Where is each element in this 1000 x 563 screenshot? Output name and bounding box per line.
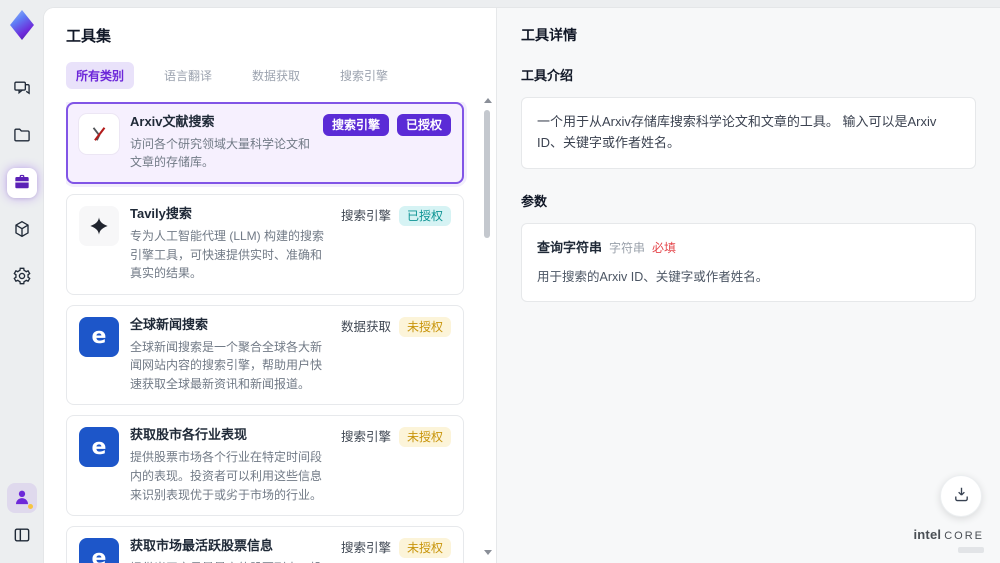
category-tabs: 所有类别 语言翻译 数据获取 搜索引擎 — [66, 62, 476, 89]
tool-description: 提供股票市场各个行业在特定时间段内的表现。投资者可以利用这些信息来识别表现优于或… — [130, 450, 323, 502]
tool-description: 访问各个研究领域大量科学论文和文章的存储库。 — [130, 136, 311, 170]
tool-name: Arxiv文献搜索 — [130, 114, 215, 129]
tavily-star-icon — [79, 206, 119, 247]
user-avatar-button[interactable] — [7, 483, 37, 513]
tool-name: 获取市场最活跃股票信息 — [130, 538, 274, 554]
tab-all-categories[interactable]: 所有类别 — [66, 62, 135, 89]
param-required-badge: 必填 — [652, 240, 677, 255]
tool-card[interactable]: Arxiv文献搜索访问各个研究领域大量科学论文和文章的存储库。 搜索引擎 已授权 — [66, 102, 464, 185]
tool-name: 全球新闻搜索 — [130, 316, 209, 332]
sidebar-item-files[interactable] — [7, 121, 37, 151]
tool-card[interactable]: e 获取股市各行业表现提供股票市场各个行业在特定时间段内的表现。投资者可以利用这些… — [66, 415, 464, 517]
cube-icon — [12, 219, 32, 242]
sidebar — [0, 0, 44, 563]
param-card: 查询字符串 字符串 必填 用于搜索的Arxiv ID、关键字或作者姓名。 — [521, 222, 976, 303]
panel-toggle-icon — [12, 525, 32, 548]
tool-card-body: Tavily搜索专为人工智能代理 (LLM) 构建的搜索引擎工具，可快速提供实时… — [130, 206, 330, 283]
page-title: 工具集 — [66, 28, 112, 45]
tool-description: 全球新闻搜索是一个聚合全球各大新闻网站内容的搜索引擎，帮助用户快速获取全球最新资… — [130, 339, 323, 391]
sidebar-item-tools[interactable] — [7, 168, 37, 198]
tool-card-body: 获取股市各行业表现提供股票市场各个行业在特定时间段内的表现。投资者可以利用这些信… — [130, 427, 330, 504]
category-badge: 数据获取 — [340, 319, 391, 334]
param-header: 查询字符串 字符串 必填 — [537, 238, 960, 259]
tool-description: 提供当天交易量最高的股票列表，投资者可以利用这些信息来识别流动性强的股票和潜在的… — [130, 559, 330, 563]
tab-1[interactable]: 语言翻译 — [154, 62, 222, 89]
tool-card[interactable]: e 全球新闻搜索全球新闻搜索是一个聚合全球各大新闻网站内容的搜索引擎，帮助用户快速… — [66, 304, 464, 406]
scrollbar-thumb[interactable] — [484, 110, 490, 238]
sidebar-nav — [7, 74, 37, 292]
tool-list: Arxiv文献搜索 访问各个研究领域大量科学论文和文章的存储库。 搜索引擎 已授权 Ta… — [66, 102, 476, 563]
sidebar-item-models[interactable] — [7, 215, 37, 245]
tools-panel: 工具集 所有类别 语言翻译 数据获取 搜索引擎 Arxiv文献搜索 访问各个研究领域大量… — [44, 8, 497, 563]
sidebar-item-settings[interactable] — [7, 262, 37, 292]
status-badge: 已授权 — [396, 114, 451, 136]
news-app-icon: e — [79, 427, 119, 468]
download-button[interactable] — [940, 475, 982, 517]
tool-card-body: 获取市场最活跃股票信息提供当天交易量最高的股票列表，投资者可以利用这些信息来识别… — [130, 538, 330, 563]
param-type: 字符串 — [609, 240, 646, 255]
tool-badges: 搜索引擎 未授权 — [341, 538, 451, 563]
category-badge: 搜索引擎 — [340, 541, 391, 556]
param-description: 用于搜索的Arxiv ID、关键字或作者姓名。 — [537, 270, 769, 285]
chat-icon — [12, 78, 32, 101]
details-title: 工具详情 — [521, 27, 577, 43]
news-app-icon: e — [79, 316, 119, 357]
tab-2[interactable]: 数据获取 — [242, 62, 310, 89]
status-badge: 未授权 — [398, 538, 451, 559]
intel-core-logo: intel CORE — [913, 526, 984, 553]
params-heading: 参数 — [521, 193, 548, 209]
arxiv-logo-icon — [79, 114, 119, 154]
tool-name: 获取股市各行业表现 — [130, 427, 248, 443]
sidebar-item-chat[interactable] — [7, 74, 37, 104]
category-badge: 搜索引擎 — [340, 209, 391, 224]
status-badge: 未授权 — [398, 427, 451, 448]
panel-toggle-button[interactable] — [7, 521, 37, 551]
folder-icon — [12, 125, 32, 148]
tool-card[interactable]: Tavily搜索专为人工智能代理 (LLM) 构建的搜索引擎工具，可快速提供实时… — [66, 194, 464, 295]
app-logo-icon — [10, 10, 34, 40]
brand-intel: intel — [913, 527, 942, 542]
status-badge: 已授权 — [398, 206, 451, 227]
scroll-up-arrow[interactable] — [484, 98, 492, 103]
tool-badges: 搜索引擎 已授权 — [322, 114, 451, 172]
scrollbar[interactable] — [482, 94, 492, 559]
param-name: 查询字符串 — [537, 239, 603, 255]
details-panel: 工具详情 工具介绍 一个用于从Arxiv存储库搜索科学论文和文章的工具。 输入可… — [497, 8, 1000, 563]
tool-badges: 搜索引擎 已授权 — [341, 206, 451, 283]
notification-dot — [28, 504, 33, 509]
scroll-down-arrow[interactable] — [484, 550, 492, 555]
tool-badges: 数据获取 未授权 — [340, 316, 451, 394]
tool-description: 专为人工智能代理 (LLM) 构建的搜索引擎工具，可快速提供实时、准确和真实的结… — [130, 228, 325, 281]
sidebar-bottom — [7, 483, 37, 563]
category-badge: 搜索引擎 — [322, 114, 389, 136]
tool-card-body: Arxiv文献搜索访问各个研究领域大量科学论文和文章的存储库。 — [130, 114, 312, 172]
brand-core: CORE — [944, 530, 984, 542]
news-app-icon: e — [79, 538, 119, 563]
tool-card-body: 全球新闻搜索全球新闻搜索是一个聚合全球各大新闻网站内容的搜索引擎，帮助用户快速获… — [130, 317, 330, 394]
category-badge: 搜索引擎 — [340, 430, 391, 445]
main-content: 工具集 所有类别 语言翻译 数据获取 搜索引擎 Arxiv文献搜索 访问各个研究领域大量… — [44, 8, 1000, 563]
tool-badges: 搜索引擎 未授权 — [341, 427, 451, 504]
intro-heading: 工具介绍 — [521, 68, 574, 83]
tool-name: Tavily搜索 — [130, 206, 192, 222]
briefcase-icon — [12, 172, 32, 195]
tool-intro-text: 一个用于从Arxiv存储库搜索科学论文和文章的工具。 输入可以是Arxiv ID… — [521, 97, 976, 169]
app-window: 工具集 所有类别 语言翻译 数据获取 搜索引擎 Arxiv文献搜索 访问各个研究领域大量… — [0, 0, 1000, 563]
tab-3[interactable]: 搜索引擎 — [330, 62, 398, 89]
brand-sub-mark — [958, 547, 984, 553]
download-icon — [952, 485, 971, 507]
tool-card[interactable]: e 获取市场最活跃股票信息提供当天交易量最高的股票列表，投资者可以利用这些信息来识… — [66, 526, 464, 563]
gear-icon — [12, 266, 32, 289]
status-badge: 未授权 — [398, 316, 451, 337]
